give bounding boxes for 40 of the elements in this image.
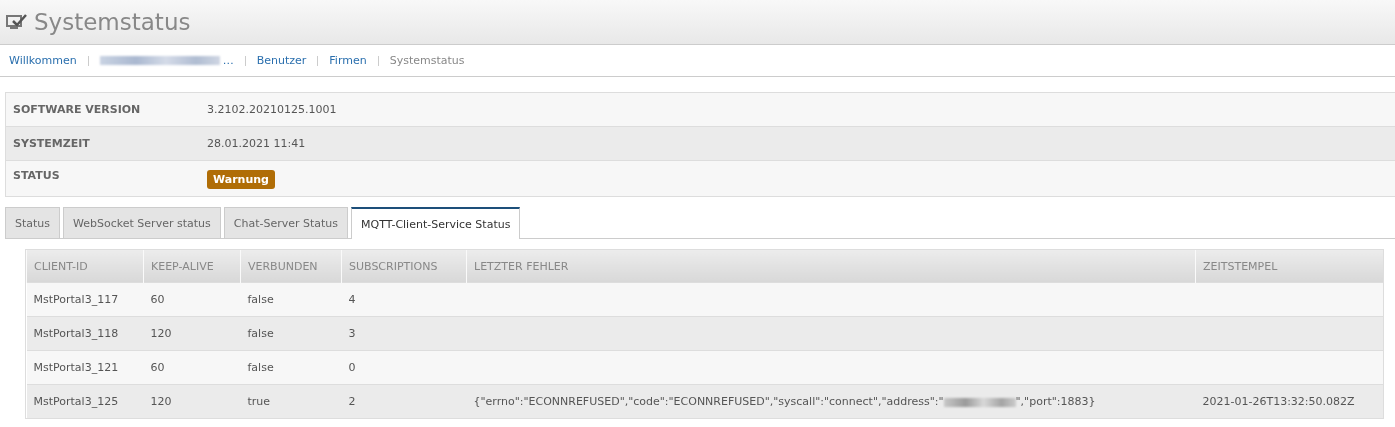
- tab[interactable]: MQTT-Client-Service Status: [351, 207, 521, 239]
- info-value: 28.01.2021 11:41: [207, 137, 306, 150]
- info-value: 3.2102.20210125.1001: [207, 103, 337, 116]
- table-cell: MstPortal3_125: [26, 384, 144, 418]
- status-badge: Warnung: [207, 170, 275, 189]
- table-cell: 2021-01-26T13:32:50.082Z: [1195, 384, 1383, 418]
- tab[interactable]: Status: [5, 207, 61, 238]
- info-label: STATUS: [12, 169, 61, 182]
- table-cell: MstPortal3_121: [26, 350, 144, 385]
- column-header: CLIENT-ID: [26, 250, 144, 283]
- table-cell: 4: [341, 282, 467, 317]
- tab[interactable]: WebSocket Server status: [63, 207, 221, 238]
- table-cell: MstPortal3_117: [26, 282, 144, 317]
- table-cell: 2: [341, 384, 467, 418]
- column-header: LETZTER FEHLER: [466, 250, 1196, 283]
- table-cell: false: [240, 350, 342, 385]
- info-label: SYSTEMZEIT: [12, 137, 91, 150]
- monitor-check-icon: [6, 13, 28, 31]
- column-header: VERBUNDEN: [240, 250, 342, 283]
- table-cell: 3: [341, 316, 467, 351]
- breadcrumb-current: Systemstatus: [389, 54, 465, 67]
- info-label: SOFTWARE VERSION: [12, 103, 142, 116]
- column-header: ZEITSTEMPEL: [1195, 250, 1383, 283]
- table-cell: 120: [143, 384, 241, 418]
- table-cell: 60: [143, 282, 241, 317]
- table-cell: 0: [341, 350, 467, 385]
- table-cell: MstPortal3_118: [26, 316, 144, 351]
- column-header: SUBSCRIPTIONS: [341, 250, 467, 283]
- table-cell: {"errno":"ECONNREFUSED","code":"ECONNREFUSED","syscall":"connect","address":" ","port":1883}: [466, 384, 1196, 418]
- breadcrumb-link[interactable]: Willkommen: [9, 54, 77, 67]
- table-cell: 60: [143, 350, 241, 385]
- breadcrumb-link[interactable]: Benutzer: [256, 54, 307, 67]
- column-header: KEEP-ALIVE: [143, 250, 241, 283]
- table-cell: false: [240, 316, 342, 351]
- table-cell: 120: [143, 316, 241, 351]
- page-title: Systemstatus: [34, 9, 191, 35]
- tab[interactable]: Chat-Server Status: [223, 207, 349, 238]
- table-cell: false: [240, 282, 342, 317]
- table-cell: true: [240, 384, 342, 418]
- breadcrumb-link[interactable]: Firmen: [329, 54, 367, 67]
